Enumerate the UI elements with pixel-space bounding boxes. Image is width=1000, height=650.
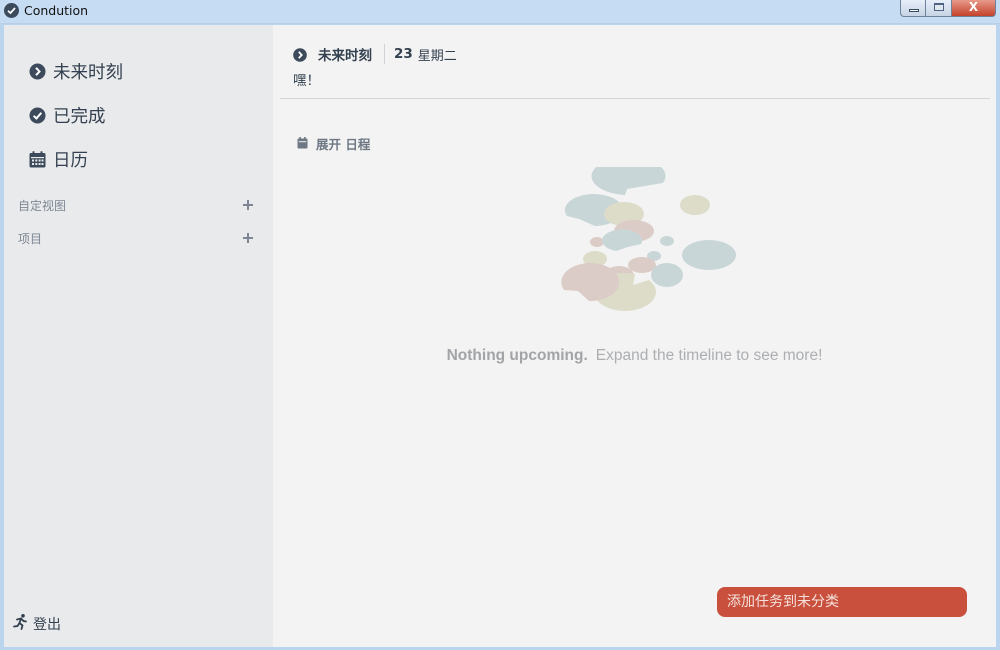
nav-item-label: 日历 <box>53 150 88 171</box>
nav-item-label: 未来时刻 <box>53 62 123 83</box>
section-label: 项目 <box>18 231 43 246</box>
projects-section: 项目 <box>18 229 255 247</box>
running-person-icon <box>12 613 29 634</box>
check-circle-icon <box>29 107 46 124</box>
nav-item-completed[interactable]: 已完成 <box>29 103 106 127</box>
expand-label: 展开 日程 <box>316 137 371 152</box>
section-label: 自定视图 <box>18 198 67 213</box>
date-weekday: 星期二 <box>417 48 457 64</box>
app-check-icon <box>4 3 19 18</box>
greeting: 嘿！ <box>293 73 320 89</box>
empty-state-message: Nothing upcoming. Expand the timeline to … <box>273 347 996 365</box>
calendar-icon <box>29 150 46 168</box>
chevron-right-circle-icon <box>293 47 307 62</box>
logout-label: 登出 <box>33 616 61 633</box>
add-custom-view-plus-icon[interactable] <box>241 198 255 212</box>
nav-item-label: 已完成 <box>53 106 106 127</box>
date-day: 23 <box>394 46 413 62</box>
main-panel: 未来时刻 23 星期二 嘿！ 展开 日程 Nothing upcoming. E… <box>273 25 996 647</box>
title-bar: Condution X <box>0 0 1000 24</box>
empty-state-hint: Expand the timeline to see more! <box>595 347 823 364</box>
nav-item-calendar[interactable]: 日历 <box>29 147 88 171</box>
maximize-button[interactable] <box>926 0 952 17</box>
nav-item-upcoming[interactable]: 未来时刻 <box>29 59 123 83</box>
close-button[interactable]: X <box>952 0 996 17</box>
maximize-icon <box>934 3 944 11</box>
lily-pads-illustration <box>531 157 741 323</box>
close-icon: X <box>968 0 979 14</box>
add-task-to-unsorted-button[interactable]: 添加任务到未分类 <box>717 587 967 617</box>
chevron-right-circle-icon <box>29 63 46 80</box>
header-separator <box>280 98 990 99</box>
minimize-button[interactable] <box>900 0 926 17</box>
window-controls: X <box>900 0 996 17</box>
sidebar: 未来时刻 已完成 日历 自定视图 项目 登出 <box>4 25 273 647</box>
add-project-plus-icon[interactable] <box>241 231 255 245</box>
logout-button[interactable]: 登出 <box>12 613 61 634</box>
window-title: Condution <box>24 3 89 18</box>
page-title: 未来时刻 <box>318 48 372 64</box>
expand-timeline-button[interactable]: 展开 日程 <box>297 134 370 153</box>
custom-views-section: 自定视图 <box>18 196 255 214</box>
page-header: 未来时刻 23 星期二 <box>293 44 457 64</box>
empty-state-title: Nothing upcoming. <box>446 347 588 364</box>
calendar-icon <box>297 134 308 153</box>
header-divider <box>384 44 385 64</box>
minimize-icon <box>909 9 919 12</box>
